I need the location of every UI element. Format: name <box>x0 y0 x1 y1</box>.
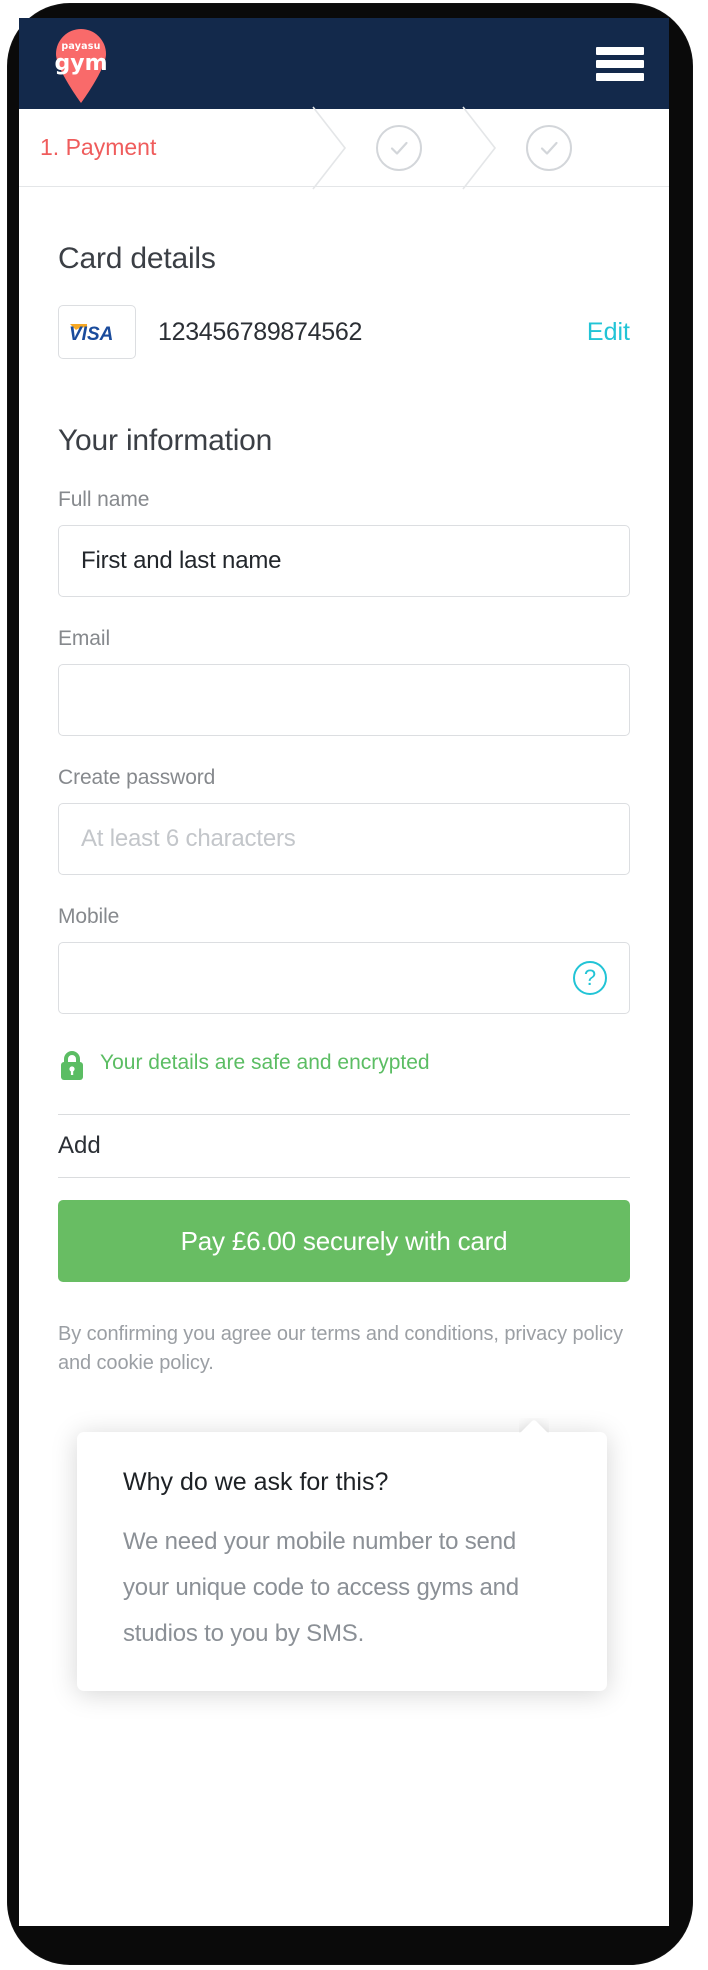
email-input[interactable] <box>58 664 630 736</box>
card-details-heading: Card details <box>58 242 216 275</box>
tooltip-arrow <box>519 1418 549 1433</box>
pay-securely-button[interactable]: Pay £6.00 securely with card <box>58 1200 630 1282</box>
tooltip-title: Why do we ask for this? <box>123 1468 389 1496</box>
secure-details-note: Your details are safe and encrypted <box>58 1048 630 1086</box>
edit-card-link[interactable]: Edit <box>587 318 630 347</box>
field-group-full-name: Full name First and last name <box>58 488 630 597</box>
promo-code-label: Add <box>58 1132 101 1159</box>
create-password-input[interactable]: At least 6 characters <box>58 803 630 875</box>
check-glyph <box>540 141 558 155</box>
top-navigation-bar: payasu gym <box>19 18 669 109</box>
step-2[interactable] <box>324 109 474 186</box>
card-number-text: 123456789874562 <box>158 317 363 346</box>
padlock-icon <box>58 1050 86 1086</box>
saved-card-row: VISA 123456789874562 Edit <box>58 305 630 359</box>
hamburger-menu-icon[interactable] <box>596 46 644 81</box>
step-payment[interactable]: 1. Payment <box>19 109 324 186</box>
check-glyph <box>390 141 408 155</box>
check-circle-icon <box>376 124 422 171</box>
checkout-step-indicator: 1. Payment <box>19 106 669 190</box>
create-password-placeholder: At least 6 characters <box>81 825 296 852</box>
visa-logo-glyph: VISA <box>69 324 113 343</box>
terms-and-conditions-text: By confirming you agree our terms and co… <box>58 1323 623 1374</box>
mobile-input[interactable]: ? <box>58 942 630 1014</box>
field-group-email: Email <box>58 627 630 736</box>
field-group-create-password: Create password At least 6 characters <box>58 766 630 875</box>
mobile-help-tooltip: Why do we ask for this? We need your mob… <box>77 1432 607 1691</box>
mobile-label: Mobile <box>58 905 120 928</box>
question-mark-icon[interactable]: ? <box>573 961 607 995</box>
pay-button-label: Pay £6.00 securely with card <box>180 1225 508 1256</box>
promo-code-row[interactable]: Add <box>58 1115 630 1177</box>
secure-details-text: Your details are safe and encrypted <box>100 1051 430 1074</box>
payasugym-logo[interactable]: payasu gym <box>50 25 112 103</box>
email-label: Email <box>58 627 111 650</box>
full-name-label: Full name <box>58 488 150 511</box>
hamburger-bar-2 <box>596 59 644 68</box>
visa-card-icon: VISA <box>58 305 136 359</box>
full-name-input[interactable]: First and last name <box>58 525 630 597</box>
map-pin-shape <box>56 28 106 103</box>
tooltip-body: We need your mobile number to send your … <box>123 1528 519 1647</box>
hamburger-bar-3 <box>596 72 644 81</box>
phone-screen: payasu gym 1. Payment Card details VISA … <box>19 18 669 1926</box>
field-group-mobile: Mobile ? <box>58 905 630 1014</box>
check-circle-icon <box>526 124 572 171</box>
create-password-label: Create password <box>58 766 216 789</box>
hamburger-bar-1 <box>596 46 644 55</box>
svg-text:VISA: VISA <box>69 324 113 343</box>
checkout-form: Card details VISA 123456789874562 Edit Y… <box>19 242 669 1691</box>
step-payment-label: 1. Payment <box>40 134 157 160</box>
your-information-heading: Your information <box>58 424 273 457</box>
full-name-value: First and last name <box>81 547 282 574</box>
promo-divider-bottom <box>58 1177 630 1178</box>
device-frame: payasu gym 1. Payment Card details VISA … <box>8 4 692 1964</box>
padlock-glyph <box>61 1051 83 1080</box>
step-3[interactable] <box>474 109 624 186</box>
